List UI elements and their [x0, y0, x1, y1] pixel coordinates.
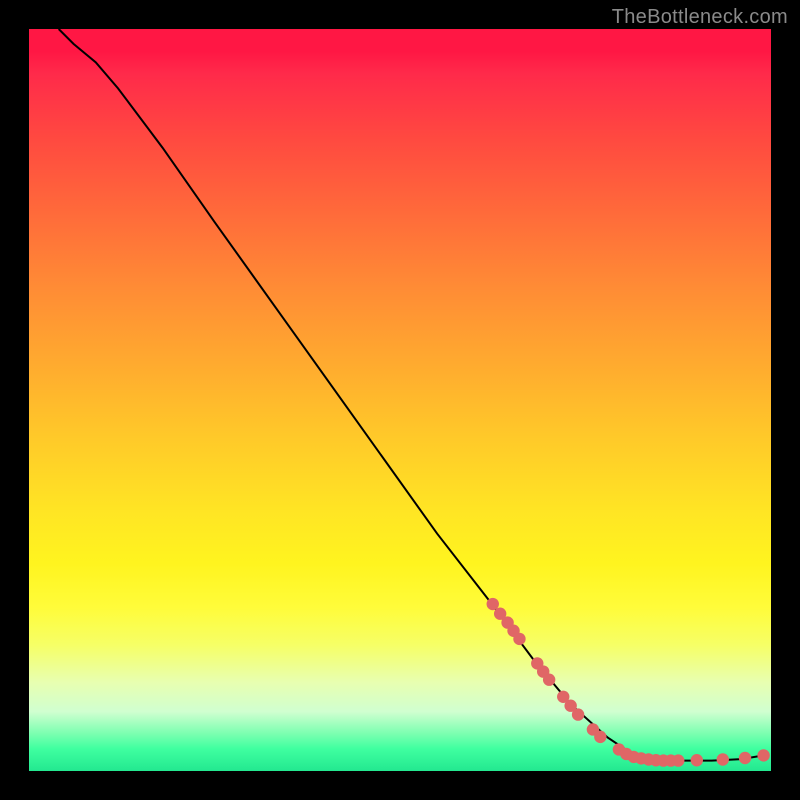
marker-dot: [594, 731, 606, 743]
marker-dot: [691, 754, 703, 766]
marker-dot: [757, 749, 769, 761]
marker-dot: [672, 754, 684, 766]
watermark-text: TheBottleneck.com: [612, 6, 788, 29]
plot-area: [29, 29, 771, 771]
curve-line: [59, 29, 764, 761]
scatter-markers: [487, 598, 770, 767]
marker-dot: [513, 633, 525, 645]
chart-overlay: [29, 29, 771, 771]
marker-dot: [543, 674, 555, 686]
marker-dot: [739, 752, 751, 764]
marker-dot: [572, 708, 584, 720]
marker-dot: [717, 753, 729, 765]
